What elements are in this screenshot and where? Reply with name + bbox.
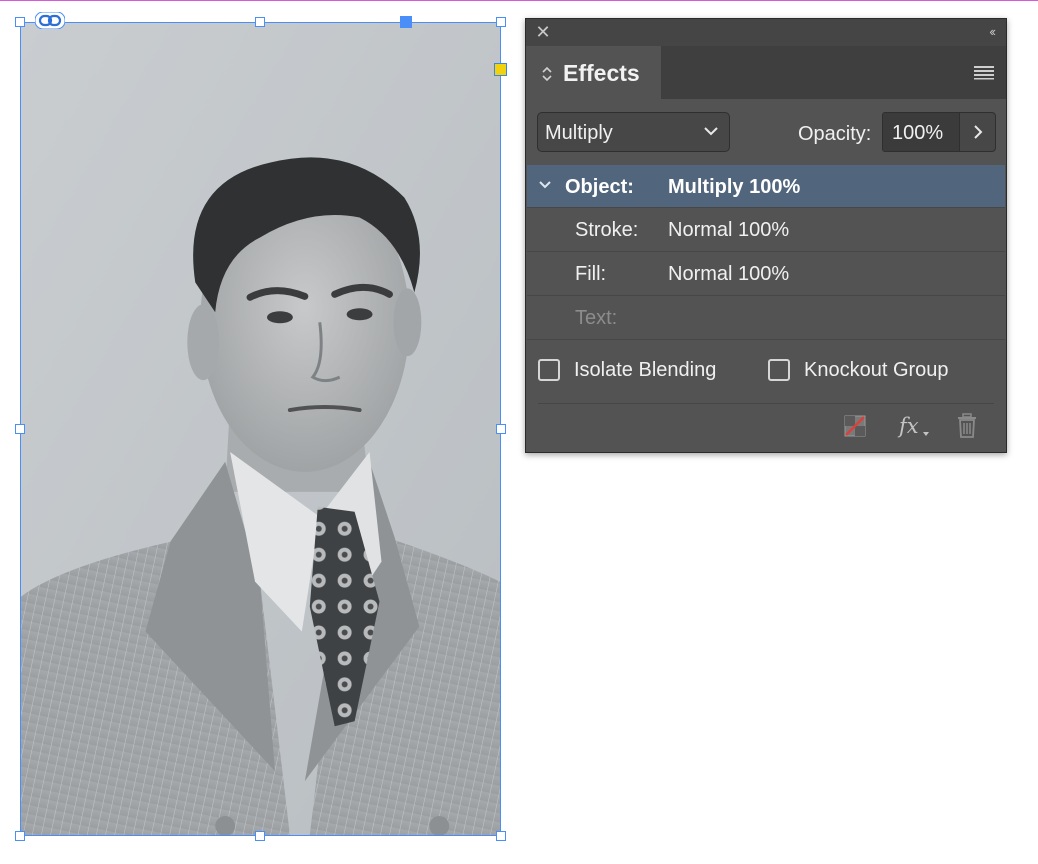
close-icon[interactable]: ✕ bbox=[534, 23, 552, 41]
resize-handle-bottom-center[interactable] bbox=[255, 831, 265, 841]
svg-text:fx: fx bbox=[897, 414, 919, 438]
opacity-slider-button[interactable] bbox=[959, 112, 996, 152]
knockout-group-checkbox[interactable] bbox=[768, 359, 790, 381]
tab-label: Effects bbox=[563, 60, 640, 86]
row-fill[interactable]: Fill: Normal 100% bbox=[527, 252, 1005, 296]
row-label: Stroke: bbox=[575, 219, 639, 241]
resize-handle-bottom-right[interactable] bbox=[496, 831, 506, 841]
row-value: Normal 100% bbox=[668, 219, 790, 241]
resize-handle-middle-right[interactable] bbox=[496, 424, 506, 434]
row-label: Text: bbox=[575, 307, 618, 329]
resize-handle-bottom-left[interactable] bbox=[15, 831, 25, 841]
isolate-blending-checkbox[interactable] bbox=[538, 359, 560, 381]
effects-panel: ✕ ‹‹ Effects Multiply Opacity: 100% Obje… bbox=[525, 18, 1007, 453]
opacity-value: 100% bbox=[892, 122, 944, 144]
chevron-down-icon[interactable] bbox=[538, 180, 552, 190]
knockout-group-option[interactable]: Knockout Group bbox=[768, 359, 978, 383]
row-stroke[interactable]: Stroke: Normal 100% bbox=[527, 208, 1005, 252]
blend-mode-dropdown[interactable]: Multiply bbox=[537, 112, 730, 152]
panel-menu-icon[interactable] bbox=[974, 64, 994, 80]
chevron-right-icon bbox=[974, 125, 983, 139]
row-label: Object: bbox=[565, 176, 634, 198]
isolate-blending-option[interactable]: Isolate Blending bbox=[538, 359, 738, 383]
knockout-group-label[interactable]: Knockout Group bbox=[804, 359, 949, 382]
chevron-down-icon bbox=[704, 127, 718, 136]
resize-handle-top-left[interactable] bbox=[15, 17, 25, 27]
page-guide-line bbox=[0, 0, 1038, 1]
clear-effects-icon[interactable] bbox=[842, 413, 868, 439]
row-object[interactable]: Object: Multiply 100% bbox=[527, 165, 1005, 208]
divider bbox=[538, 403, 994, 404]
effects-target-list: Object: Multiply 100% Stroke: Normal 100… bbox=[527, 165, 1005, 340]
isolate-blending-label[interactable]: Isolate Blending bbox=[574, 359, 716, 382]
link-icon[interactable] bbox=[35, 12, 65, 29]
row-value: Multiply 100% bbox=[668, 176, 801, 198]
resize-handle-top-right[interactable] bbox=[496, 17, 506, 27]
tab-strip: Effects bbox=[526, 46, 1006, 100]
row-value: Normal 100% bbox=[668, 263, 790, 285]
resize-handle-top-center[interactable] bbox=[255, 17, 265, 27]
row-text: Text: bbox=[527, 296, 1005, 340]
content-grabber-handle[interactable] bbox=[400, 16, 412, 28]
opacity-input[interactable]: 100% bbox=[882, 112, 960, 152]
collapse-panel-icon[interactable]: ‹‹ bbox=[989, 24, 996, 39]
panel-size-toggle-icon[interactable] bbox=[540, 64, 554, 84]
trash-icon[interactable] bbox=[954, 413, 980, 439]
opacity-label: Opacity: bbox=[798, 123, 872, 145]
resize-handle-middle-left[interactable] bbox=[15, 424, 25, 434]
fx-icon[interactable]: fx bbox=[896, 413, 930, 439]
tab-effects[interactable]: Effects bbox=[526, 46, 661, 100]
row-label: Fill: bbox=[575, 263, 607, 285]
panel-titlebar[interactable]: ✕ ‹‹ bbox=[526, 19, 1006, 46]
live-corners-widget[interactable] bbox=[494, 63, 507, 76]
blend-mode-value: Multiply bbox=[545, 122, 613, 144]
image-frame[interactable] bbox=[20, 22, 501, 836]
portrait-photo bbox=[21, 23, 500, 835]
